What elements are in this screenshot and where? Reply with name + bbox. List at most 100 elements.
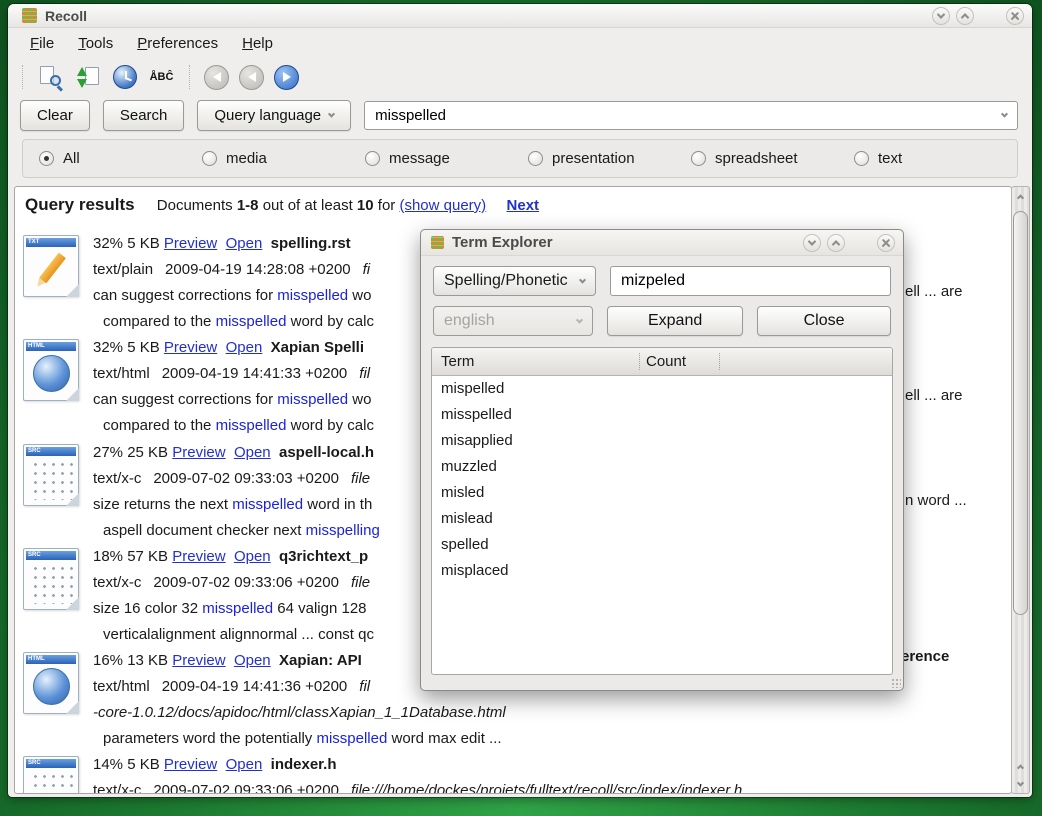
open-link[interactable]: Open [234, 548, 271, 565]
open-link[interactable]: Open [226, 235, 263, 252]
open-link[interactable]: Open [234, 652, 271, 669]
filter-media[interactable]: media [202, 150, 365, 167]
snippet-fragment: n word ... [905, 492, 967, 509]
dialog-titlebar[interactable]: Term Explorer [421, 230, 903, 256]
minimize-button[interactable] [932, 7, 950, 25]
next-page-icon[interactable] [274, 65, 299, 90]
query-language-dropdown[interactable]: Query language [197, 100, 351, 131]
radio-message[interactable] [365, 151, 380, 166]
highlighted-term: misspelling [306, 522, 380, 539]
term-list-item[interactable]: misled [432, 480, 892, 506]
highlighted-term: misspelled [232, 496, 303, 513]
scrollbar-thumb[interactable] [1013, 211, 1028, 615]
close-button[interactable] [1006, 7, 1024, 25]
term-explorer-dialog: Term Explorer Spelling/Phonetic english … [420, 229, 904, 691]
dialog-close-button[interactable] [877, 234, 895, 252]
menu-help[interactable]: Help [242, 35, 273, 52]
chevron-down-icon [579, 276, 586, 283]
term-input[interactable] [610, 266, 891, 296]
snippet-fragment: ell ... are [905, 387, 963, 404]
result-range: 1-8 [237, 197, 259, 214]
chevron-down-icon [576, 316, 583, 323]
dialog-minimize-button[interactable] [803, 234, 821, 252]
previous-page-icon[interactable] [239, 65, 264, 90]
preview-link[interactable]: Preview [172, 444, 225, 461]
chevron-down-icon [937, 10, 945, 18]
src-file-icon: SRC [23, 756, 79, 794]
next-link[interactable]: Next [507, 197, 540, 214]
term-list-item[interactable]: misspelled [432, 402, 892, 428]
radio-media[interactable] [202, 151, 217, 166]
show-query-link[interactable]: (show query) [399, 197, 486, 214]
results-scrollbar[interactable] [1011, 186, 1030, 794]
menu-tools[interactable]: Tools [78, 35, 113, 52]
resize-grip[interactable] [891, 678, 901, 688]
first-page-icon[interactable] [204, 65, 229, 90]
radio-presentation[interactable] [528, 151, 543, 166]
chevron-up-icon [1017, 764, 1024, 771]
update-index-icon[interactable] [74, 64, 101, 91]
scroll-up-button[interactable] [1012, 187, 1029, 205]
recoll-app-icon [431, 236, 444, 249]
radio-text[interactable] [854, 151, 869, 166]
history-icon[interactable] [111, 64, 138, 91]
clear-button[interactable]: Clear [20, 100, 90, 131]
term-list-item[interactable]: misplaced [432, 558, 892, 584]
search-button[interactable]: Search [103, 100, 185, 131]
term-list-item[interactable]: spelled [432, 532, 892, 558]
scroll-up-button[interactable] [1012, 757, 1029, 775]
src-file-icon: SRC [23, 444, 79, 506]
expansion-mode-dropdown[interactable]: Spelling/Phonetic [433, 266, 596, 296]
close-dialog-button[interactable]: Close [757, 306, 891, 336]
language-dropdown[interactable]: english [433, 306, 593, 336]
term-explorer-icon[interactable]: ÅBĈ [148, 64, 175, 91]
menu-preferences[interactable]: Preferences [137, 35, 218, 52]
maximize-button[interactable] [956, 7, 974, 25]
preview-link[interactable]: Preview [164, 339, 217, 356]
preview-link[interactable]: Preview [172, 652, 225, 669]
preview-link[interactable]: Preview [164, 235, 217, 252]
highlighted-term: misspelled [316, 730, 387, 747]
menubar: File Tools Preferences Help [8, 28, 1032, 59]
radio-all[interactable] [39, 151, 54, 166]
expand-button[interactable]: Expand [607, 306, 743, 336]
highlighted-term: misspelled [277, 287, 348, 304]
dialog-maximize-button[interactable] [827, 234, 845, 252]
chevron-down-icon[interactable] [1001, 110, 1008, 117]
scroll-down-button[interactable] [1012, 775, 1029, 793]
result-row: SRC 14% 5 KB Preview Open indexer.h text… [23, 752, 1001, 794]
count-column-header[interactable]: Count [639, 353, 719, 370]
term-list-item[interactable]: mispelled [432, 376, 892, 402]
dialog-title: Term Explorer [452, 234, 553, 251]
open-link[interactable]: Open [234, 444, 271, 461]
advanced-search-icon[interactable] [37, 64, 64, 91]
chevron-down-icon [328, 110, 335, 117]
chevron-down-icon [1017, 779, 1024, 786]
term-list-item[interactable]: mislead [432, 506, 892, 532]
chevron-up-icon [832, 240, 840, 248]
recoll-app-icon [22, 8, 37, 23]
preview-link[interactable]: Preview [164, 756, 217, 773]
filter-message[interactable]: message [365, 150, 528, 167]
preview-link[interactable]: Preview [172, 548, 225, 565]
search-combo[interactable] [364, 101, 1018, 130]
results-header: Query results Documents 1-8 out of at le… [25, 195, 539, 215]
menu-file[interactable]: File [30, 35, 54, 52]
filter-all[interactable]: All [39, 150, 202, 167]
titlebar[interactable]: Recoll [8, 4, 1032, 28]
window-title: Recoll [45, 8, 87, 24]
results-title: Query results [25, 195, 135, 214]
term-list-item[interactable]: misapplied [432, 428, 892, 454]
filter-text[interactable]: text [854, 150, 1017, 167]
term-list-item[interactable]: muzzled [432, 454, 892, 480]
chevron-up-icon [1017, 194, 1024, 201]
toolbar-separator [22, 65, 23, 89]
filter-spreadsheet[interactable]: spreadsheet [691, 150, 854, 167]
filter-presentation[interactable]: presentation [528, 150, 691, 167]
open-link[interactable]: Open [226, 339, 263, 356]
term-column-header[interactable]: Term [432, 353, 639, 370]
radio-spreadsheet[interactable] [691, 151, 706, 166]
open-link[interactable]: Open [226, 756, 263, 773]
search-input[interactable] [365, 107, 1002, 124]
term-list-header[interactable]: Term Count [432, 348, 892, 376]
